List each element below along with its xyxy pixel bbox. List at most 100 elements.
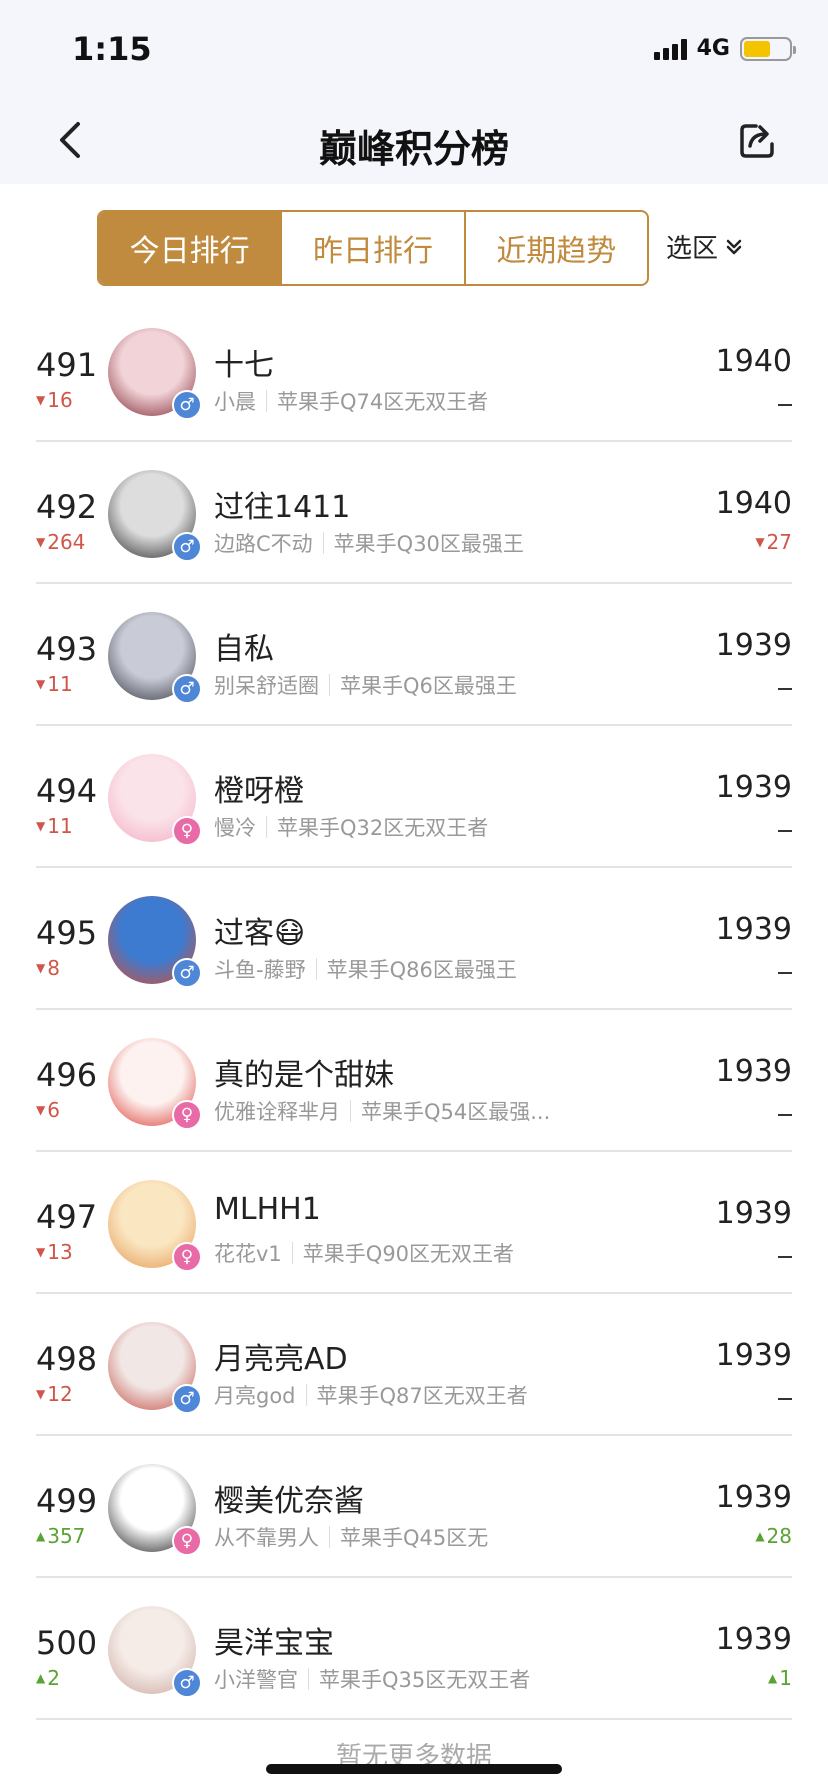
score-value: 1939 (715, 1480, 792, 1515)
tab-yesterday[interactable]: 昨日排行 (282, 212, 466, 284)
rank-delta: 11 (47, 672, 73, 696)
tab-today[interactable]: 今日排行 (99, 212, 283, 284)
leaderboard-row[interactable]: 499 ▲ 357 ♀ 樱美优奈酱 从不靠男人 苹果手Q45区无 1939 ▲ 2… (0, 1436, 828, 1578)
score-value: 1940 (715, 344, 792, 379)
rank-number: 496 (36, 1056, 98, 1094)
rank-number: 499 (36, 1482, 98, 1520)
leaderboard-row[interactable]: 494 ▼ 11 ♀ 橙呀橙 慢冷 苹果手Q32区无双王者 1939 (0, 726, 828, 868)
leaderboard-row[interactable]: 500 ▲ 2 ♂ 昊洋宝宝 小洋警官 苹果手Q35区无双王者 1939 ▲ 1 (0, 1578, 828, 1720)
score-value: 1939 (715, 770, 792, 805)
player-name: 橙呀橙 (214, 774, 304, 809)
divider (291, 1242, 293, 1264)
divider (329, 674, 330, 696)
no-change-dash (778, 404, 792, 406)
rank-change: ▼ 16 (36, 388, 73, 412)
player-info: 从不靠男人 苹果手Q45区无 (214, 1522, 488, 1552)
rank-number: 493 (36, 630, 98, 668)
divider (308, 1668, 309, 1690)
player-name: 十七 (214, 348, 274, 383)
score-down-arrow-icon: ▼ (755, 535, 765, 549)
no-change-dash (778, 1256, 792, 1258)
rank-delta: 6 (47, 1098, 60, 1122)
rank-number: 492 (36, 488, 98, 526)
male-icon: ♂ (172, 1668, 202, 1698)
rank-number: 494 (36, 772, 98, 810)
rank-number: 495 (36, 914, 98, 952)
leaderboard-row[interactable]: 492 ▼ 264 ♂ 过往1411 边路C不动 苹果手Q30区最强王 1940… (0, 442, 828, 584)
rank-down-arrow-icon: ▼ (36, 1103, 46, 1117)
leaderboard-row[interactable]: 491 ▼ 16 ♂ 十七 小晨 苹果手Q74区无双王者 1940 (0, 300, 828, 442)
leaderboard-row[interactable]: 498 ▼ 12 ♂ 月亮亮AD 月亮god 苹果手Q87区无双王者 1939 (0, 1294, 828, 1436)
home-indicator (266, 1764, 562, 1774)
player-info: 小洋警官 苹果手Q35区无双王者 (214, 1664, 530, 1694)
rank-change: ▼ 11 (36, 814, 73, 838)
score-change (778, 814, 792, 832)
rank-up-arrow-icon: ▲ (36, 1529, 46, 1543)
divider (350, 1100, 351, 1122)
rank-change: ▼ 13 (36, 1240, 73, 1264)
rank-number: 498 (36, 1340, 98, 1378)
battery-fill (744, 40, 771, 57)
status-bar: 1:15 4G (0, 0, 828, 100)
male-icon: ♂ (172, 532, 202, 562)
rank-down-arrow-icon: ▼ (36, 819, 46, 833)
player-nickname: 小洋警官 (214, 1668, 298, 1692)
rank-delta: 16 (47, 388, 73, 412)
score-change: ▼ 27 (755, 530, 792, 554)
rank-down-arrow-icon: ▼ (36, 393, 46, 407)
leaderboard-row[interactable]: 493 ▼ 11 ♂ 自私 别呆舒适圈 苹果手Q6区最强王 1939 (0, 584, 828, 726)
rank-down-arrow-icon: ▼ (36, 1387, 46, 1401)
double-chevron-down-icon (726, 239, 742, 254)
score-change (778, 956, 792, 974)
female-icon: ♀ (172, 1100, 202, 1130)
tab-recent-trend[interactable]: 近期趋势 (466, 212, 647, 284)
rank-delta: 13 (47, 1240, 73, 1264)
rank-change: ▲ 2 (36, 1666, 60, 1690)
player-info: 花花v1 苹果手Q90区无双王者 (214, 1238, 514, 1268)
male-icon: ♂ (172, 1384, 202, 1414)
score-value: 1939 (715, 1338, 792, 1373)
female-icon: ♀ (172, 816, 202, 846)
region-label: 选区 (666, 234, 719, 264)
player-name: 月亮亮AD (214, 1342, 348, 1377)
score-change (778, 388, 792, 406)
rank-change: ▼ 264 (36, 530, 85, 554)
player-server: 苹果手Q74区无双王者 (277, 390, 489, 414)
player-server: 苹果手Q90区无双王者 (302, 1242, 515, 1266)
leaderboard-row[interactable]: 495 ▼ 8 ♂ 过客😷 斗鱼-藤野 苹果手Q86区最强王 1939 (0, 868, 828, 1010)
player-name: 过往1411 (214, 490, 351, 525)
score-value: 1940 (715, 486, 792, 521)
player-nickname: 从不靠男人 (214, 1526, 319, 1550)
rank-change: ▼ 11 (36, 672, 73, 696)
rank-number: 500 (36, 1624, 98, 1662)
score-change (778, 1382, 792, 1400)
rank-delta: 357 (47, 1524, 86, 1548)
male-icon: ♂ (172, 958, 202, 988)
rank-delta: 12 (47, 1382, 73, 1406)
status-icons: 4G (653, 36, 796, 61)
player-server: 苹果手Q87区无双王者 (316, 1384, 528, 1408)
divider (305, 1384, 307, 1406)
rank-delta: 8 (47, 956, 60, 980)
rank-down-arrow-icon: ▼ (36, 961, 46, 975)
player-nickname: 慢冷 (214, 816, 256, 840)
share-icon[interactable] (736, 120, 778, 162)
score-up-arrow-icon: ▲ (755, 1529, 765, 1543)
leaderboard-row[interactable]: 497 ▼ 13 ♀ MLHH1 花花v1 苹果手Q90区无双王者 1939 (0, 1152, 828, 1294)
leaderboard-row[interactable]: 496 ▼ 6 ♀ 真的是个甜妹 优雅诠释芈月 苹果手Q54区最强... 193… (0, 1010, 828, 1152)
no-change-dash (778, 1114, 792, 1116)
no-change-dash (778, 972, 792, 974)
score-change (778, 672, 792, 690)
score-value: 1939 (715, 1196, 792, 1231)
score-value: 1939 (715, 1054, 792, 1089)
no-change-dash (778, 830, 792, 832)
rank-change: ▼ 12 (36, 1382, 73, 1406)
rank-number: 497 (36, 1198, 98, 1236)
ranking-tabs: 今日排行 昨日排行 近期趋势 (97, 210, 649, 286)
region-selector[interactable]: 选区 (666, 228, 744, 265)
score-change: ▲ 28 (755, 1524, 792, 1548)
player-name: 真的是个甜妹 (214, 1058, 394, 1093)
player-info: 优雅诠释芈月 苹果手Q54区最强... (214, 1096, 550, 1126)
player-server: 苹果手Q32区无双王者 (277, 816, 489, 840)
player-nickname: 优雅诠释芈月 (214, 1100, 340, 1124)
